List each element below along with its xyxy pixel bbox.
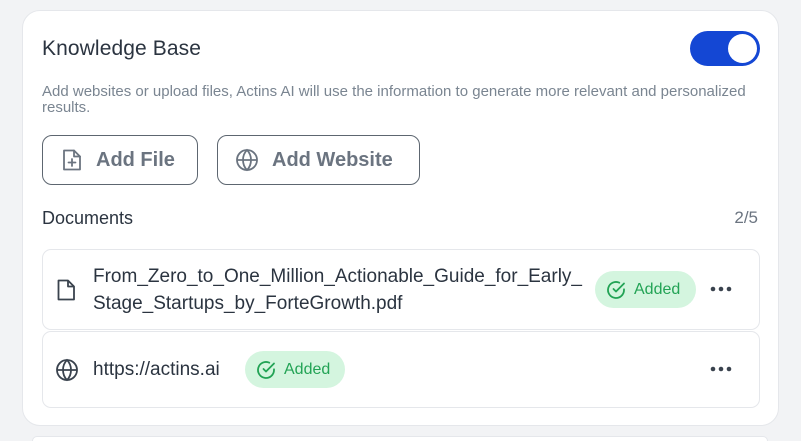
documents-count: 2/5 [734, 208, 758, 227]
check-circle-icon [607, 280, 625, 299]
globe-icon [56, 358, 78, 382]
document-name: From_Zero_to_One_Million_Actionable_Guid… [93, 266, 582, 314]
knowledge-base-title: Knowledge Base [42, 37, 202, 60]
more-options-button[interactable] [708, 359, 734, 379]
knowledge-base-toggle[interactable] [690, 31, 760, 66]
more-horizontal-icon [710, 286, 732, 292]
document-item: https://actins.ai Added [42, 331, 760, 408]
globe-icon [236, 148, 258, 172]
add-file-label: Add File [96, 148, 175, 171]
status-badge-label: Added [634, 280, 681, 298]
status-badge: Added [245, 351, 345, 388]
next-card-edge [32, 436, 768, 441]
toggle-knob [728, 34, 757, 63]
more-options-button[interactable] [708, 279, 734, 299]
check-circle-icon [257, 360, 275, 379]
add-file-button[interactable]: Add File [42, 135, 198, 185]
document-item: From_Zero_to_One_Million_Actionable_Guid… [42, 249, 760, 330]
document-name: https://actins.ai [93, 359, 220, 380]
file-icon [57, 279, 75, 301]
add-website-label: Add Website [272, 148, 393, 171]
status-badge-label: Added [284, 360, 331, 378]
status-badge: Added [595, 271, 696, 308]
more-horizontal-icon [710, 366, 732, 372]
file-plus-icon [63, 149, 81, 171]
knowledge-base-description: Add websites or upload files, Actins AI … [42, 83, 746, 116]
knowledge-base-card: Knowledge Base Add websites or upload fi… [22, 10, 779, 426]
add-website-button[interactable]: Add Website [217, 135, 420, 185]
documents-title: Documents [42, 208, 134, 228]
